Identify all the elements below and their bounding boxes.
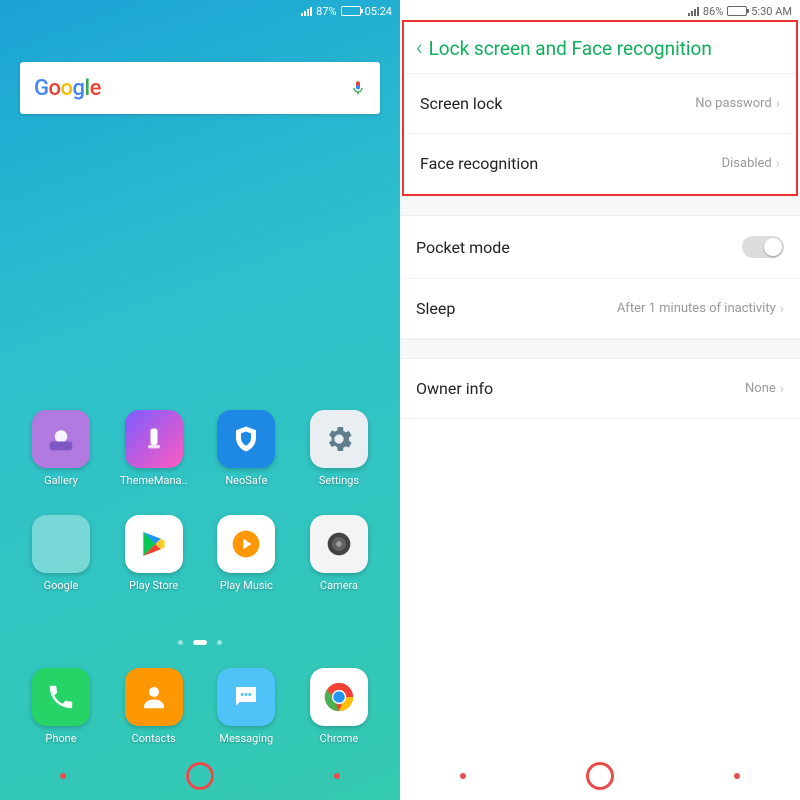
setting-label: Owner info: [416, 379, 493, 398]
battery-icon: [341, 6, 361, 16]
play-store-icon: [125, 515, 183, 573]
app-google-folder[interactable]: Google: [22, 515, 100, 592]
messaging-icon: [217, 668, 275, 726]
dock-chrome[interactable]: Chrome: [300, 668, 378, 745]
setting-value: No password›: [695, 96, 780, 112]
row-screen-lock[interactable]: Screen lock No password›: [404, 74, 796, 134]
phone-icon: [32, 668, 90, 726]
page-title: Lock screen and Face recognition: [429, 37, 712, 60]
section-divider: [400, 339, 800, 359]
chevron-right-icon: ›: [780, 381, 784, 397]
status-bar-right: 86% 5:30 AM: [400, 0, 800, 22]
clock: 05:24: [365, 5, 392, 18]
app-grid: Gallery ThemeMana.. NeoSafe Settings: [0, 410, 400, 620]
google-logo: Google: [34, 76, 101, 101]
section-divider: [400, 196, 800, 216]
app-thememanager[interactable]: ThemeMana..: [115, 410, 193, 487]
homescreen: 87% 05:24 Google Gallery ThemeMana..: [0, 0, 400, 800]
signal-icon: [301, 7, 312, 16]
gear-icon: [310, 410, 368, 468]
page-indicator: [0, 640, 400, 645]
app-settings[interactable]: Settings: [300, 410, 378, 487]
setting-label: Sleep: [416, 299, 455, 318]
nav-bar-right: [400, 752, 800, 800]
app-gallery[interactable]: Gallery: [22, 410, 100, 487]
battery-pct: 86%: [703, 5, 723, 18]
nav-back-icon[interactable]: [460, 773, 466, 779]
row-pocket-mode[interactable]: Pocket mode: [400, 216, 800, 279]
folder-icon: [32, 515, 90, 573]
app-play-music[interactable]: Play Music: [207, 515, 285, 592]
settings-screen: 86% 5:30 AM ‹ Lock screen and Face recog…: [400, 0, 800, 800]
app-row-1: Gallery ThemeMana.. NeoSafe Settings: [22, 410, 378, 487]
battery-icon: [727, 6, 747, 16]
nav-home-icon[interactable]: [586, 762, 614, 790]
app-camera[interactable]: Camera: [300, 515, 378, 592]
clock: 5:30 AM: [751, 5, 792, 18]
setting-value: None›: [745, 381, 784, 397]
nav-back-icon[interactable]: [60, 773, 66, 779]
settings-header[interactable]: ‹ Lock screen and Face recognition: [404, 22, 796, 74]
dock-phone[interactable]: Phone: [22, 668, 100, 745]
app-play-store[interactable]: Play Store: [115, 515, 193, 592]
nav-recents-icon[interactable]: [734, 773, 740, 779]
chevron-right-icon: ›: [776, 96, 780, 112]
highlighted-section: ‹ Lock screen and Face recognition Scree…: [402, 20, 798, 196]
setting-label: Face recognition: [420, 154, 538, 173]
setting-label: Screen lock: [420, 94, 502, 113]
nav-home-icon[interactable]: [186, 762, 214, 790]
status-bar-left: 87% 05:24: [0, 0, 400, 22]
app-row-2: Google Play Store Play Music Camera: [22, 515, 378, 592]
setting-value: Disabled›: [722, 156, 780, 172]
chrome-icon: [310, 668, 368, 726]
mic-icon[interactable]: [350, 77, 366, 99]
chevron-right-icon: ›: [780, 301, 784, 317]
theme-icon: [125, 410, 183, 468]
nav-bar-left: [0, 752, 400, 800]
setting-value: After 1 minutes of inactivity›: [617, 301, 784, 317]
back-icon[interactable]: ‹: [416, 36, 423, 61]
app-neosafe[interactable]: NeoSafe: [207, 410, 285, 487]
dock-contacts[interactable]: Contacts: [115, 668, 193, 745]
toggle-switch[interactable]: [742, 236, 784, 258]
row-owner-info[interactable]: Owner info None›: [400, 359, 800, 419]
row-face-recognition[interactable]: Face recognition Disabled›: [404, 134, 796, 194]
play-music-icon: [217, 515, 275, 573]
nav-recents-icon[interactable]: [334, 773, 340, 779]
google-search-bar[interactable]: Google: [20, 62, 380, 114]
signal-icon: [688, 7, 699, 16]
dock-messaging[interactable]: Messaging: [207, 668, 285, 745]
gallery-icon: [32, 410, 90, 468]
row-sleep[interactable]: Sleep After 1 minutes of inactivity›: [400, 279, 800, 339]
setting-label: Pocket mode: [416, 238, 510, 257]
camera-icon: [310, 515, 368, 573]
chevron-right-icon: ›: [776, 156, 780, 172]
contacts-icon: [125, 668, 183, 726]
dock: Phone Contacts Messaging Chrome: [0, 668, 400, 745]
battery-pct: 87%: [316, 5, 336, 18]
shield-icon: [217, 410, 275, 468]
